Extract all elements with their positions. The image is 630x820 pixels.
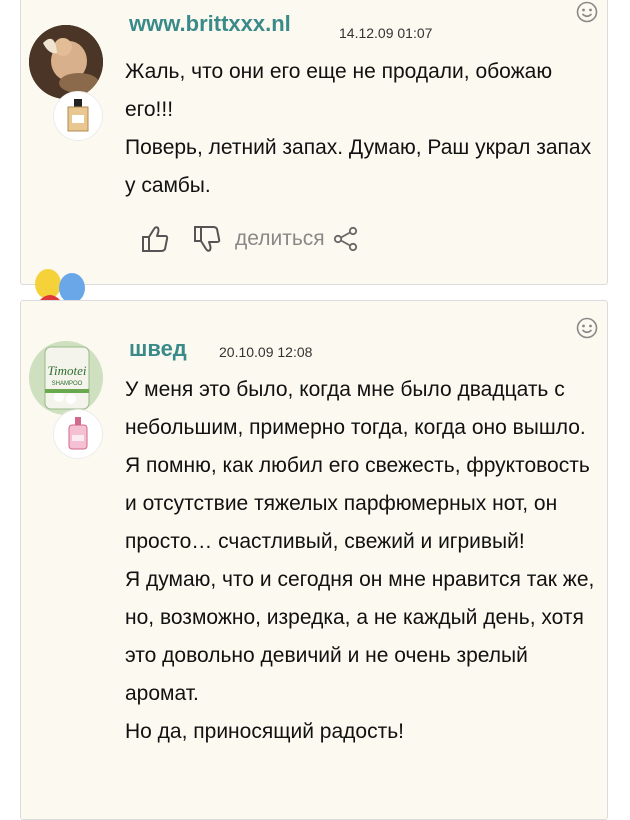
smile-icon[interactable] xyxy=(576,317,598,339)
comment-text: У меня это было, когда мне было двадцать… xyxy=(125,371,605,751)
avatar-brand: Timotei xyxy=(47,363,86,378)
comment-date: 14.12.09 01:07 xyxy=(339,25,433,41)
username-link[interactable]: швед xyxy=(129,336,187,362)
comment-card: www.brittxxx.nl 14.12.09 01:07 Жаль, что… xyxy=(20,0,608,285)
perfume-bottle-icon xyxy=(53,91,103,141)
comment-paragraph: Поверь, летний запах. Думаю, Раш украл з… xyxy=(125,136,592,197)
thumbs-up-icon[interactable] xyxy=(139,223,171,255)
perfume-bottle-icon xyxy=(53,409,103,459)
username-link[interactable]: www.brittxxx.nl xyxy=(129,11,291,37)
share-button[interactable]: делиться xyxy=(235,227,325,251)
comment-card: Timotei SHAMPOO швед 20.10.09 12:08 У ме… xyxy=(20,300,608,820)
comment-actions: делиться xyxy=(139,223,359,255)
smile-icon[interactable] xyxy=(576,1,598,23)
comment-paragraph: Но да, приносящий радость! xyxy=(125,720,404,743)
comment-text: Жаль, что они его еще не продали, обожаю… xyxy=(125,53,605,205)
comment-paragraph: Я думаю, что и сегодня он мне нравится т… xyxy=(125,568,595,705)
comment-paragraph: У меня это было, когда мне было двадцать… xyxy=(125,378,590,553)
comment-paragraph: Жаль, что они его еще не продали, обожаю… xyxy=(125,60,553,121)
avatar[interactable]: Timotei SHAMPOO xyxy=(29,341,103,415)
avatar[interactable] xyxy=(29,25,103,99)
comment-date: 20.10.09 12:08 xyxy=(219,344,313,360)
avatar-subtext: SHAMPOO xyxy=(52,381,83,387)
share-icon[interactable] xyxy=(333,226,359,252)
thumbs-down-icon[interactable] xyxy=(191,223,223,255)
